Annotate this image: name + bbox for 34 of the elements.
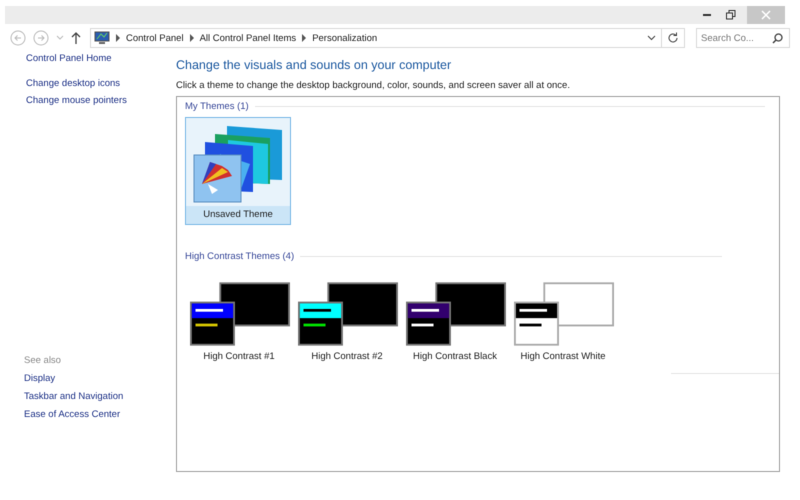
- see-also-link[interactable]: Ease of Access Center: [24, 409, 120, 420]
- sidebar-link[interactable]: Control Panel Home: [24, 53, 112, 64]
- sidebar-link[interactable]: Change desktop icons: [24, 78, 120, 89]
- dropdown-icon[interactable]: [647, 35, 656, 41]
- up-arrow-icon[interactable]: [71, 32, 81, 44]
- close-icon: [761, 10, 771, 20]
- see-also-link[interactable]: Taskbar and Navigation: [24, 391, 124, 402]
- breadcrumb[interactable]: All Control Panel Items: [200, 32, 296, 44]
- refresh-icon[interactable]: [667, 32, 679, 44]
- theme-thumbnail-icon: [514, 282, 614, 346]
- theme-thumbnail-icon: [406, 282, 506, 346]
- chevron-icon[interactable]: [301, 34, 308, 42]
- theme-tile[interactable]: High Contrast White: [509, 267, 617, 363]
- address-bar[interactable]: Control Panel All Control Panel Items Personalization: [90, 28, 685, 48]
- minimize-icon: [703, 14, 711, 16]
- monitor-icon: [94, 31, 110, 45]
- page-heading: Change the visuals and sounds on your computer: [176, 58, 452, 72]
- theme-tile[interactable]: High Contrast #1: [185, 267, 293, 363]
- breadcrumb[interactable]: Control Panel: [126, 32, 184, 44]
- theme-tile[interactable]: High Contrast Black: [401, 267, 509, 363]
- theme-tile[interactable]: Unsaved Theme: [185, 117, 291, 225]
- theme-tile[interactable]: High Contrast #2: [293, 267, 401, 363]
- section-heading: My Themes (1): [185, 101, 249, 112]
- section-heading: High Contrast Themes (4): [185, 251, 294, 262]
- theme-thumbnail-icon: [190, 282, 290, 346]
- page-description: Click a theme to change the desktop background, color, sounds, and screen saver all at once.: [176, 80, 570, 91]
- chevron-icon[interactable]: [115, 34, 121, 42]
- theme-thumbnail-icon: [298, 282, 398, 346]
- see-also-heading: See also: [24, 355, 61, 366]
- see-also-link[interactable]: Display: [24, 373, 56, 384]
- breadcrumb[interactable]: Personalization: [312, 32, 378, 44]
- chevron-icon[interactable]: [188, 34, 195, 42]
- sidebar-link[interactable]: Change mouse pointers: [24, 95, 127, 106]
- restore-icon: [726, 10, 736, 20]
